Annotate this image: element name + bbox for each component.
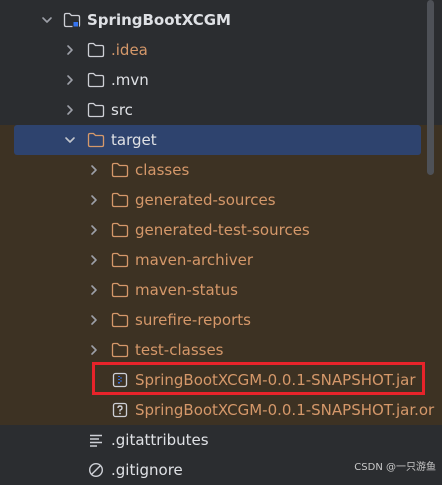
tree-item-label: generated-sources [135,191,276,209]
excluded-folder-icon [111,252,129,268]
excluded-folder-icon [111,222,129,238]
tree-item-label: target [111,131,157,149]
unknown-file-icon [111,402,129,418]
tree-item-label: generated-test-sources [135,221,310,239]
tree-item-label: maven-archiver [135,251,254,269]
chevron-down-icon[interactable] [40,13,54,27]
tree-item-label: .idea [111,41,148,59]
tree-item-label: .mvn [111,71,149,89]
vertical-scrollbar[interactable] [427,0,434,175]
tree-row-snapshot-jar-original[interactable]: SpringBootXCGM-0.0.1-SNAPSHOT.jar.or [0,395,442,425]
chevron-right-icon[interactable] [87,313,101,327]
tree-item-label: classes [135,161,190,179]
tree-item-label: src [111,101,133,119]
tree-item-label: .gitattributes [111,431,209,449]
excluded-folder-icon [111,192,129,208]
excluded-folder-icon [87,132,105,148]
module-folder-icon [63,12,81,28]
tree-item-label: surefire-reports [135,311,251,329]
text-file-icon [87,432,105,448]
chevron-right-icon[interactable] [87,253,101,267]
tree-row-mvn[interactable]: .mvn [0,65,442,95]
tree-row-test-classes[interactable]: test-classes [0,335,442,365]
folder-icon [87,72,105,88]
excluded-folder-icon [111,162,129,178]
chevron-right-icon[interactable] [63,43,77,57]
tree-row-generated-test-sources[interactable]: generated-test-sources [0,215,442,245]
tree-row-generated-sources[interactable]: generated-sources [0,185,442,215]
tree-item-label: SpringBootXCGM-0.0.1-SNAPSHOT.jar.or [135,401,435,419]
tree-item-label: test-classes [135,341,224,359]
project-tree: SpringBootXCGM .idea .mvn src target cla… [0,0,442,483]
watermark-text: CSDN @一只游鱼 [354,462,436,473]
excluded-folder-icon [111,342,129,358]
folder-icon [87,42,105,58]
excluded-folder-icon [111,282,129,298]
folder-icon [87,102,105,118]
chevron-right-icon[interactable] [63,103,77,117]
excluded-folder-icon [111,312,129,328]
tree-item-label: SpringBootXCGM [87,11,231,29]
tree-row-root[interactable]: SpringBootXCGM [0,5,442,35]
tree-row-maven-status[interactable]: maven-status [0,275,442,305]
tree-row-src[interactable]: src [0,95,442,125]
tree-row-target[interactable]: target [14,125,421,155]
tree-row-idea[interactable]: .idea [0,35,442,65]
ignore-file-icon [87,462,105,478]
tree-row-surefire-reports[interactable]: surefire-reports [0,305,442,335]
chevron-right-icon[interactable] [87,163,101,177]
tree-item-label: maven-status [135,281,238,299]
tree-row-maven-archiver[interactable]: maven-archiver [0,245,442,275]
chevron-right-icon[interactable] [87,283,101,297]
chevron-right-icon[interactable] [87,193,101,207]
chevron-right-icon[interactable] [87,343,101,357]
tree-row-classes[interactable]: classes [0,155,442,185]
tree-item-label: .gitignore [111,461,183,479]
tree-row-gitattributes[interactable]: .gitattributes [0,425,442,455]
annotation-highlight-box [92,362,425,395]
chevron-down-icon[interactable] [63,133,77,147]
chevron-right-icon[interactable] [87,223,101,237]
chevron-right-icon[interactable] [63,73,77,87]
